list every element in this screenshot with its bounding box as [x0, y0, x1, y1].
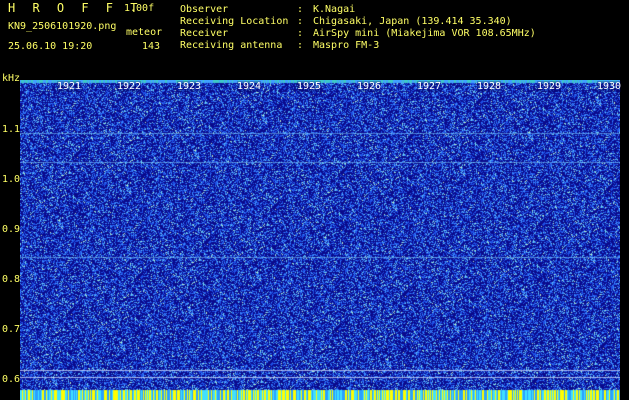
meta-key: Observer — [180, 4, 229, 15]
x-tick-label: 1923 — [177, 81, 202, 92]
meta-key: Receiving antenna — [180, 40, 283, 51]
x-tick-label: 1925 — [297, 81, 322, 92]
version-label: 1.00f — [124, 3, 155, 14]
spectrogram-canvas — [20, 80, 620, 400]
y-tick-label: 1.1 — [2, 124, 21, 135]
y-tick-label: 0.9 — [2, 224, 21, 235]
meta-colon: : — [297, 16, 304, 27]
meta-value: AirSpy mini (Miakejima VOR 108.65MHz) — [313, 28, 536, 39]
meteor-count: 143 — [142, 41, 161, 52]
x-tick-label: 1926 — [357, 81, 382, 92]
x-tick-label: 1922 — [117, 81, 142, 92]
meta-colon: : — [297, 4, 304, 15]
y-tick-label: 0.6 — [2, 374, 21, 385]
meta-colon: : — [297, 28, 304, 39]
x-tick-label: 1921 — [57, 81, 82, 92]
meta-value: Maspro FM-3 — [313, 40, 380, 51]
y-tick-label: 1.0 — [2, 174, 21, 185]
meta-value: K.Nagai — [313, 4, 356, 15]
meta-key: Receiving Location — [180, 16, 289, 27]
y-tick-label: 0.8 — [2, 274, 21, 285]
meta-key: Receiver — [180, 28, 229, 39]
filename-label: KN9_2506101920.png — [8, 21, 117, 32]
x-tick-label: 1924 — [237, 81, 262, 92]
meta-colon: : — [297, 40, 304, 51]
y-axis-unit: kHz — [2, 73, 21, 84]
x-tick-label: 1929 — [537, 81, 562, 92]
x-tick-label: 1928 — [477, 81, 502, 92]
datetime-label: 25.06.10 19:20 — [8, 41, 93, 52]
x-tick-label: 1930 — [597, 81, 622, 92]
meta-value: Chigasaki, Japan (139.414 35.340) — [313, 16, 512, 27]
meteor-label: meteor — [126, 27, 163, 38]
y-tick-label: 0.7 — [2, 324, 21, 335]
x-tick-label: 1927 — [417, 81, 442, 92]
app-title: H R O F F T — [8, 1, 143, 15]
